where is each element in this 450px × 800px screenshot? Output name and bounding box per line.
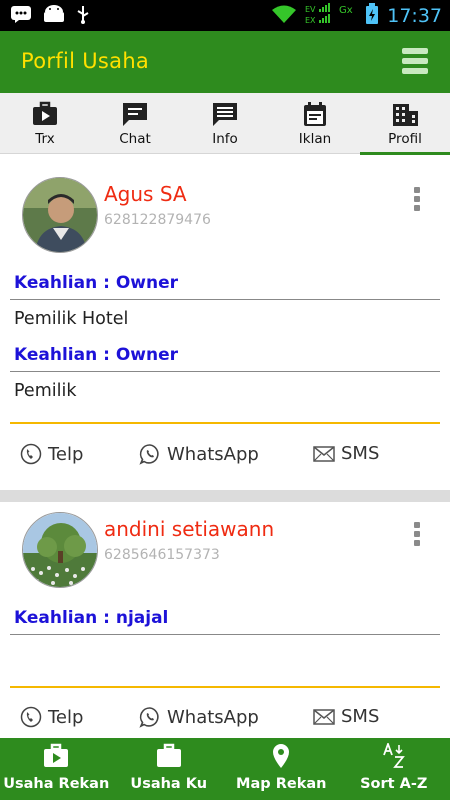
member-name[interactable]: andini setiawann xyxy=(104,517,274,541)
battery-icon xyxy=(365,3,379,29)
tab-info[interactable]: Info xyxy=(180,93,270,154)
member-card: Agus SA 628122879476 Keahlian : Owner Pe… xyxy=(0,155,450,490)
avatar[interactable] xyxy=(22,177,98,253)
bottom-nav: Usaha Rekan Usaha Ku Map Rekan Sort A-Z xyxy=(0,738,450,800)
tab-label: Profil xyxy=(388,131,422,147)
sms-button[interactable]: SMS xyxy=(313,443,379,464)
clock-time: 17:37 xyxy=(387,5,442,27)
phone-icon xyxy=(20,706,42,728)
tab-iklan[interactable]: Iklan xyxy=(270,93,360,154)
member-phone: 6285646157373 xyxy=(104,547,220,563)
divider xyxy=(10,686,440,688)
tab-profil[interactable]: Profil xyxy=(360,93,450,155)
nav-usaha-rekan[interactable]: Usaha Rekan xyxy=(0,738,113,800)
whatsapp-label: WhatsApp xyxy=(167,443,259,465)
app-bar: Porfil Usaha xyxy=(0,31,450,93)
card-separator xyxy=(0,490,450,502)
wifi-icon xyxy=(271,4,297,28)
tab-label: Iklan xyxy=(298,131,332,147)
hamburger-menu-icon[interactable] xyxy=(402,48,428,76)
nav-label: Map Rekan xyxy=(236,776,327,792)
more-options-icon[interactable] xyxy=(414,522,422,549)
member-card: andini setiawann 6285646157373 Keahlian … xyxy=(0,502,450,738)
skill-value: Pemilik xyxy=(14,381,77,401)
nav-sort-az[interactable]: Sort A-Z xyxy=(338,738,450,800)
svg-text:EX: EX xyxy=(305,16,316,25)
video-briefcase-icon xyxy=(43,743,69,769)
divider xyxy=(10,634,440,635)
divider xyxy=(10,299,440,300)
nav-map-rekan[interactable]: Map Rekan xyxy=(225,738,338,800)
svg-text:Gx: Gx xyxy=(339,5,353,16)
briefcase-icon xyxy=(156,743,182,769)
envelope-icon xyxy=(313,445,335,462)
whatsapp-icon xyxy=(139,707,159,728)
sms-label: SMS xyxy=(341,706,380,727)
divider xyxy=(10,371,440,372)
call-button[interactable]: Telp xyxy=(20,706,83,728)
call-label: Telp xyxy=(48,443,84,465)
nav-label: Usaha Ku xyxy=(130,776,208,792)
envelope-icon xyxy=(313,708,335,725)
tab-label: Trx xyxy=(35,131,55,147)
whatsapp-button[interactable]: WhatsApp xyxy=(139,706,259,728)
call-label: Telp xyxy=(48,706,84,728)
nav-usaha-ku[interactable]: Usaha Ku xyxy=(113,738,226,800)
divider xyxy=(10,422,440,424)
tab-label: Chat xyxy=(119,131,151,147)
sms-button[interactable]: SMS xyxy=(313,706,379,727)
nav-label: Sort A-Z xyxy=(360,776,428,792)
tab-bar: Trx Chat Info Iklan Profil xyxy=(0,93,450,155)
map-pin-icon xyxy=(268,743,294,769)
whatsapp-label: WhatsApp xyxy=(167,706,259,728)
calendar-list-icon xyxy=(301,100,329,128)
svg-text:EV: EV xyxy=(305,5,316,14)
gx-icon: Gx xyxy=(339,3,357,29)
bbm-icon xyxy=(10,5,32,27)
message-text-icon xyxy=(211,100,239,128)
chat-bubble-icon xyxy=(121,100,149,128)
signal-ev-icon: EV EX xyxy=(305,3,331,29)
phone-icon xyxy=(20,443,42,465)
building-icon xyxy=(391,100,419,128)
member-phone: 628122879476 xyxy=(104,212,211,228)
member-list: Agus SA 628122879476 Keahlian : Owner Pe… xyxy=(0,155,450,738)
more-options-icon[interactable] xyxy=(414,187,422,214)
skill-value: Pemilik Hotel xyxy=(14,309,129,329)
video-briefcase-icon xyxy=(31,100,59,128)
android-icon xyxy=(42,5,66,27)
skill-label: Keahlian : Owner xyxy=(14,345,179,365)
member-name[interactable]: Agus SA xyxy=(104,182,187,206)
call-button[interactable]: Telp xyxy=(20,443,83,465)
tab-label: Info xyxy=(212,131,238,147)
skill-label: Keahlian : Owner xyxy=(14,273,179,293)
page-title: Porfil Usaha xyxy=(21,49,150,73)
sms-label: SMS xyxy=(341,443,380,464)
skill-label: Keahlian : njajal xyxy=(14,608,169,628)
sort-az-icon xyxy=(381,741,407,769)
tab-trx[interactable]: Trx xyxy=(0,93,90,154)
status-bar: EV EX Gx 17:37 xyxy=(0,0,450,31)
whatsapp-button[interactable]: WhatsApp xyxy=(139,443,259,465)
avatar[interactable] xyxy=(22,512,98,588)
whatsapp-icon xyxy=(139,444,159,465)
tab-chat[interactable]: Chat xyxy=(90,93,180,154)
usb-icon xyxy=(76,4,90,28)
nav-label: Usaha Rekan xyxy=(3,776,110,792)
